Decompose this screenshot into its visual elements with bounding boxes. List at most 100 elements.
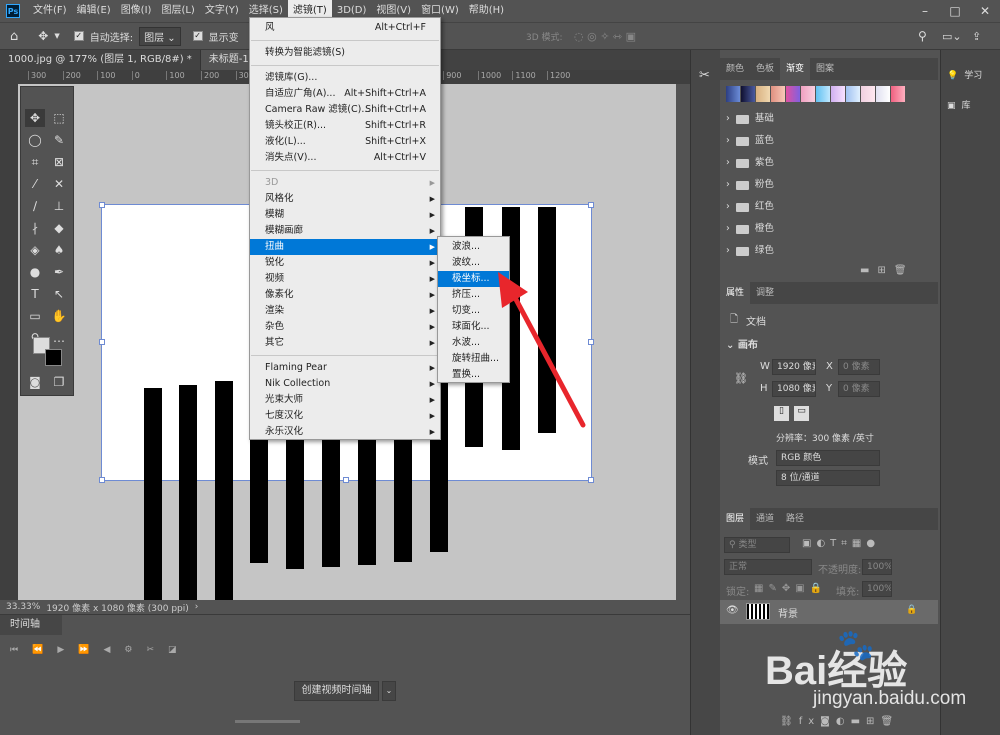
split-icon[interactable]: ✂ bbox=[146, 645, 154, 655]
chevron-down-icon[interactable]: ⌄ bbox=[382, 681, 396, 701]
gradient-folder-pink[interactable]: › 粉色 bbox=[726, 174, 774, 196]
gradient-swatch[interactable] bbox=[891, 86, 905, 102]
filter-item-yongle-hanhua[interactable]: 永乐汉化 ▶ bbox=[250, 424, 440, 440]
transform-handle[interactable] bbox=[343, 477, 349, 483]
tab-gradients[interactable]: 渐变 bbox=[780, 58, 811, 80]
doc-tab-1000jpg[interactable]: 1000.jpg @ 177% (图层 1, RGB/8#) * bbox=[0, 50, 201, 70]
filter-item-liquify[interactable]: 液化(L)... Shift+Ctrl+X bbox=[250, 134, 440, 150]
tab-paths[interactable]: 路径 bbox=[780, 508, 810, 530]
filter-item-beam-master[interactable]: 光束大师 ▶ bbox=[250, 392, 440, 408]
stamp-tool-icon[interactable]: ⊥ bbox=[49, 197, 69, 215]
tab-channels[interactable]: 通道 bbox=[750, 508, 780, 530]
filter-item-lens-correction[interactable]: 镜头校正(R)... Shift+Ctrl+R bbox=[250, 118, 440, 134]
y-field[interactable]: 0 像素 bbox=[838, 381, 880, 397]
transform-handle[interactable] bbox=[99, 202, 105, 208]
tab-patterns[interactable]: 图案 bbox=[810, 58, 840, 80]
rectangle-tool-icon[interactable]: ▭ bbox=[25, 307, 45, 325]
gradient-swatch[interactable] bbox=[846, 86, 860, 102]
type-tool-icon[interactable]: T bbox=[25, 285, 45, 303]
tools-options-icon[interactable]: ✂ bbox=[699, 68, 710, 83]
filter-item-blur-gallery[interactable]: 模糊画廊 ▶ bbox=[250, 223, 440, 239]
blend-mode-dropdown[interactable]: 正常 bbox=[724, 559, 812, 575]
gradient-swatch[interactable] bbox=[771, 86, 785, 102]
marquee-tool-icon[interactable]: ⬚ bbox=[49, 109, 69, 127]
gradient-swatch[interactable] bbox=[831, 86, 845, 102]
gradient-swatch[interactable] bbox=[786, 86, 800, 102]
gradient-swatch[interactable] bbox=[861, 86, 875, 102]
pen-tool-icon[interactable]: ✒ bbox=[49, 263, 69, 281]
first-frame-icon[interactable]: ⏮ bbox=[10, 645, 18, 655]
audio-icon[interactable]: ◀ bbox=[103, 645, 110, 655]
smudge-tool-icon[interactable]: ♠ bbox=[49, 241, 69, 259]
gradient-folder-basic[interactable]: › 基础 bbox=[726, 108, 774, 130]
tab-layers[interactable]: 图层 bbox=[720, 508, 751, 530]
distort-item-wave[interactable]: 波浪... bbox=[438, 239, 509, 255]
new-gradient-icon[interactable]: ⊞ bbox=[877, 265, 893, 276]
dodge-tool-icon[interactable]: ● bbox=[25, 263, 45, 281]
tab-color[interactable]: 颜色 bbox=[720, 58, 750, 80]
gradient-folder-purple[interactable]: › 紫色 bbox=[726, 152, 774, 174]
portrait-icon[interactable]: ▯ bbox=[774, 406, 789, 421]
play-icon[interactable]: ▶ bbox=[57, 645, 64, 655]
filter-item-wind[interactable]: 风 Alt+Ctrl+F bbox=[250, 20, 440, 36]
filter-item-other[interactable]: 其它 ▶ bbox=[250, 335, 440, 351]
filter-item-blur[interactable]: 模糊 ▶ bbox=[250, 207, 440, 223]
gradient-presets[interactable] bbox=[726, 86, 905, 102]
orbit-3d-icon[interactable]: ◌ ◎ ✧ ⇿ ▣ bbox=[574, 30, 636, 43]
workspace-icon[interactable]: ▭⌄ bbox=[942, 30, 962, 43]
height-field[interactable]: 1080 像素 bbox=[772, 381, 816, 397]
more-tools-icon[interactable]: … bbox=[49, 329, 69, 347]
landscape-icon[interactable]: ▭ bbox=[794, 406, 809, 421]
gradient-swatch[interactable] bbox=[756, 86, 770, 102]
menu-file[interactable]: 文件(F) bbox=[28, 0, 72, 22]
filter-item-adaptive-wide-angle[interactable]: 自适应广角(A)... Alt+Shift+Ctrl+A bbox=[250, 86, 440, 102]
link-icon[interactable]: ⛓ bbox=[734, 372, 748, 385]
gradient-folder-red[interactable]: › 红色 bbox=[726, 196, 774, 218]
zoom-slider[interactable] bbox=[235, 720, 300, 723]
opacity-field[interactable]: 100% bbox=[862, 559, 892, 575]
filter-item-filter-gallery[interactable]: 滤镜库(G)... bbox=[250, 70, 440, 86]
search-icon[interactable]: ⚲ bbox=[918, 29, 927, 43]
auto-select-dropdown[interactable]: 图层 ⌄ bbox=[139, 26, 181, 46]
path-select-icon[interactable]: ↖ bbox=[49, 285, 69, 303]
filter-item-vanishing-point[interactable]: 消失点(V)... Alt+Ctrl+V bbox=[250, 150, 440, 166]
share-icon[interactable]: ⇪ bbox=[972, 30, 981, 43]
tab-adjustments[interactable]: 调整 bbox=[750, 282, 780, 304]
filter-item-sharpen[interactable]: 锐化 ▶ bbox=[250, 255, 440, 271]
brush-tool-icon[interactable]: ∕ bbox=[25, 197, 45, 215]
gradient-swatch[interactable] bbox=[726, 86, 740, 102]
settings-icon[interactable]: ⚙ bbox=[124, 645, 132, 655]
home-icon[interactable]: ⌂ bbox=[10, 29, 18, 44]
filter-item-distort[interactable]: 扭曲 ▶ bbox=[250, 239, 440, 255]
healing-brush-icon[interactable]: ✕ bbox=[49, 175, 69, 193]
move-tool-icon[interactable]: ✥ bbox=[38, 29, 48, 43]
filter-item-qidu-hanhua[interactable]: 七度汉化 ▶ bbox=[250, 408, 440, 424]
bit-depth-dropdown[interactable]: 8 位/通道 bbox=[776, 470, 880, 486]
hand-tool-icon[interactable]: ✋ bbox=[49, 307, 69, 325]
filter-item-stylize[interactable]: 风格化 ▶ bbox=[250, 191, 440, 207]
filter-item-video[interactable]: 视频 ▶ bbox=[250, 271, 440, 287]
layer-row-background[interactable]: 👁 背景 🔒 bbox=[720, 600, 938, 624]
gradient-folder-blue[interactable]: › 蓝色 bbox=[726, 130, 774, 152]
canvas-section[interactable]: ⌄ 画布 bbox=[726, 336, 758, 351]
filter-item-convert-smart[interactable]: 转换为智能滤镜(S) bbox=[250, 45, 440, 61]
transform-handle[interactable] bbox=[588, 477, 594, 483]
layer-filter-icons[interactable]: ▣◐T⌗▦● bbox=[802, 538, 880, 549]
mode-dropdown[interactable]: RGB 颜色 bbox=[776, 450, 880, 466]
new-folder-icon[interactable]: ▬ bbox=[860, 265, 877, 276]
filter-item-nik-collection[interactable]: Nik Collection ▶ bbox=[250, 376, 440, 392]
layer-filter-dropdown[interactable]: ⚲ 类型 bbox=[724, 537, 790, 553]
filter-item-noise[interactable]: 杂色 ▶ bbox=[250, 319, 440, 335]
menu-image[interactable]: 图像(I) bbox=[116, 0, 157, 22]
x-field[interactable]: 0 像素 bbox=[838, 359, 880, 375]
close-icon[interactable]: ✕ bbox=[970, 0, 1000, 22]
frame-tool-icon[interactable]: ⊠ bbox=[49, 153, 69, 171]
timeline-tab[interactable]: 时间轴 bbox=[0, 615, 62, 635]
chevron-right-icon[interactable]: › bbox=[195, 602, 199, 612]
delete-icon[interactable]: 🗑 bbox=[894, 265, 915, 276]
quick-mask-icon[interactable]: ◙ bbox=[25, 373, 45, 391]
gradient-swatch[interactable] bbox=[741, 86, 755, 102]
filter-item-render[interactable]: 渲染 ▶ bbox=[250, 303, 440, 319]
move-tool-icon[interactable]: ✥ bbox=[25, 109, 45, 127]
next-frame-icon[interactable]: ⏩ bbox=[78, 645, 89, 655]
